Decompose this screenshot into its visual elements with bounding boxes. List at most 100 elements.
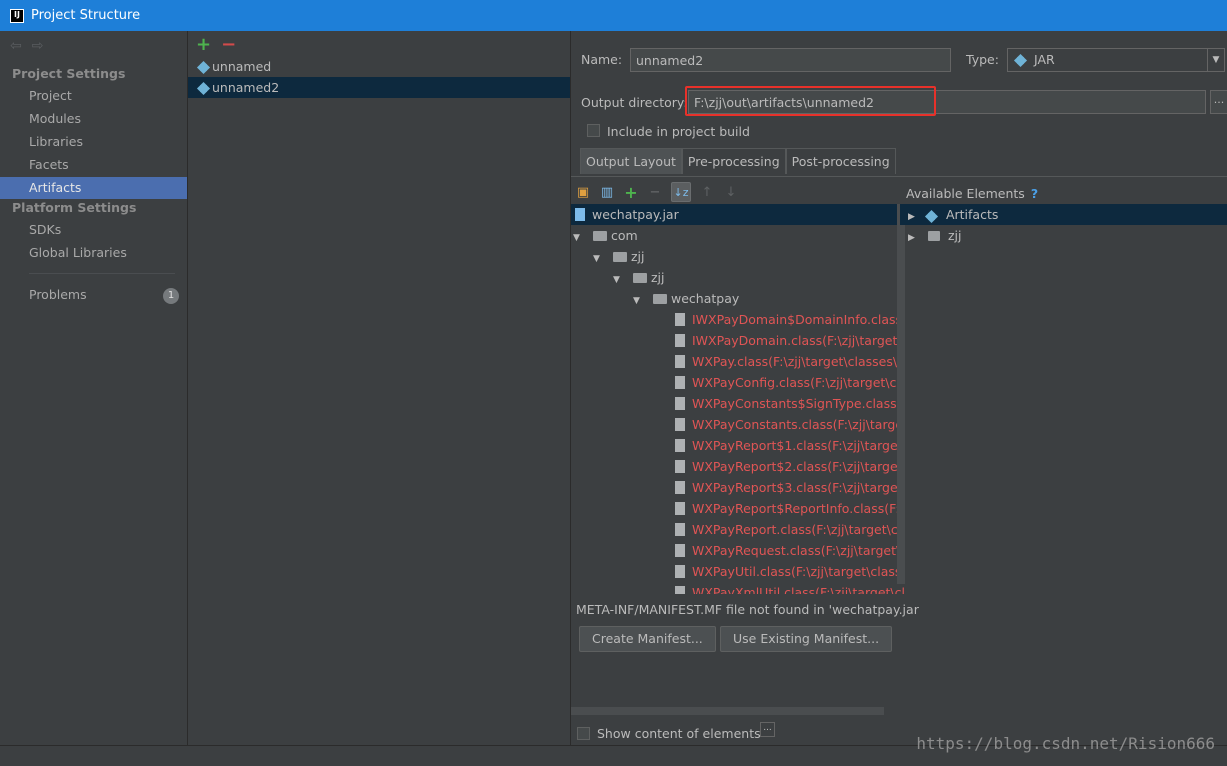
class-file-label: WXPayReport$3.class(F:\zjj\target\cla — [692, 480, 905, 495]
move-down-icon[interactable]: ↓ — [723, 184, 739, 200]
class-file-label: WXPayReport$2.class(F:\zjj\target\cla — [692, 459, 905, 474]
create-manifest-button[interactable]: Create Manifest... — [579, 626, 716, 652]
move-up-icon[interactable]: ↑ — [699, 184, 715, 200]
nav-item-problems[interactable]: Problems 1 — [0, 284, 187, 306]
tab-output-layout[interactable]: Output Layout — [580, 148, 682, 174]
add-copy-icon[interactable]: + — [623, 183, 639, 202]
back-arrow-icon[interactable]: ⇦ — [10, 38, 22, 54]
tree-row-class-file[interactable]: WXPayConstants$SignType.class(F:\zj — [675, 393, 905, 414]
expand-arrow-icon[interactable]: ▼ — [573, 228, 585, 249]
artifact-item-unnamed2[interactable]: unnamed2 — [188, 77, 570, 98]
nav-item-project[interactable]: Project — [0, 85, 187, 107]
layout-horizontal-scrollbar[interactable] — [571, 707, 884, 715]
tree-row-class-file[interactable]: WXPayRequest.class(F:\zjj\target\clas — [675, 540, 905, 561]
nav-item-modules[interactable]: Modules — [0, 108, 187, 130]
artifact-diamond-icon — [196, 81, 211, 96]
name-input[interactable] — [630, 48, 951, 72]
artifact-diamond-icon — [924, 209, 939, 224]
class-file-icon — [675, 418, 685, 431]
expand-arrow-icon[interactable]: ▼ — [593, 249, 605, 270]
artifact-label: unnamed2 — [212, 80, 280, 95]
nav-item-libraries[interactable]: Libraries — [0, 131, 187, 153]
available-item-zjj[interactable]: ▶ zjj — [900, 225, 1227, 246]
tree-row-class-file[interactable]: WXPayConfig.class(F:\zjj\target\class — [675, 372, 905, 393]
tree-row-wechatpay[interactable]: ▼ wechatpay — [633, 288, 739, 309]
include-in-build-checkbox[interactable] — [587, 124, 600, 137]
new-folder-icon[interactable]: ▣ — [575, 184, 591, 200]
class-file-icon — [675, 565, 685, 578]
artifact-label: unnamed — [212, 59, 272, 74]
watermark: https://blog.csdn.net/Rision666 — [916, 734, 1215, 753]
type-value: JAR — [1034, 52, 1055, 67]
browse-button[interactable]: ... — [1210, 90, 1227, 114]
expand-arrow-icon[interactable]: ▼ — [613, 270, 625, 291]
jar-archive-icon — [575, 208, 585, 221]
nav-item-global-libraries[interactable]: Global Libraries — [0, 242, 187, 264]
show-content-checkbox[interactable] — [577, 727, 590, 740]
tree-row-class-file[interactable]: WXPayUtil.class(F:\zjj\target\classes\ — [675, 561, 905, 582]
remove-artifact-icon[interactable]: − — [221, 34, 236, 55]
folder-label: wechatpay — [671, 291, 740, 306]
class-file-icon — [675, 502, 685, 515]
nav-item-sdks[interactable]: SDKs — [0, 219, 187, 241]
nav-item-facets[interactable]: Facets — [0, 154, 187, 176]
module-folder-icon — [927, 231, 940, 241]
tab-pre-processing[interactable]: Pre-processing — [681, 148, 786, 174]
tree-row-zjj-nested[interactable]: ▼ zjj — [613, 267, 665, 288]
class-file-icon — [675, 355, 685, 368]
manifest-warning: META-INF/MANIFEST.MF file not found in '… — [576, 602, 919, 617]
nav-item-artifacts[interactable]: Artifacts — [0, 177, 187, 199]
folder-icon — [613, 252, 627, 262]
class-file-icon — [675, 376, 685, 389]
layout-tabs: Output Layout Pre-processing Post-proces… — [580, 148, 896, 174]
artifact-diamond-icon — [196, 60, 211, 75]
output-directory-highlight — [685, 86, 936, 116]
use-existing-manifest-button[interactable]: Use Existing Manifest... — [720, 626, 893, 652]
sort-elements-icon[interactable]: ↓z — [671, 182, 691, 202]
new-archive-icon[interactable]: ▥ — [599, 184, 615, 200]
nav-arrows: ⇦ ⇨ — [10, 38, 43, 54]
tree-row-class-file[interactable]: WXPayReport$ReportInfo.class(F:\zjj' — [675, 498, 905, 519]
remove-element-icon[interactable]: − — [647, 184, 663, 200]
forward-arrow-icon[interactable]: ⇨ — [32, 38, 44, 54]
tree-row-class-file[interactable]: IWXPayDomain$DomainInfo.class(F:\ — [675, 309, 905, 330]
class-file-icon — [675, 523, 685, 536]
tree-row-com[interactable]: ▼ com — [573, 225, 638, 246]
output-directory-label: Output directory: — [581, 95, 688, 110]
layout-toolbar: ▣ ▥ + − ↓z ↑ ↓ — [575, 182, 739, 202]
intellij-app-icon: IJ — [10, 8, 24, 23]
window-title: Project Structure — [31, 8, 141, 23]
chevron-down-icon: ▼ — [1207, 49, 1224, 71]
tree-row-class-file[interactable]: IWXPayDomain.class(F:\zjj\target\clas — [675, 330, 905, 351]
artifact-list-panel: + − unnamed unnamed2 — [188, 31, 571, 745]
help-icon[interactable]: ? — [1031, 186, 1038, 201]
type-select[interactable]: JAR ▼ — [1007, 48, 1225, 72]
class-file-label: WXPayReport$1.class(F:\zjj\target\cla — [692, 438, 905, 453]
tree-row-class-file[interactable]: WXPayReport.class(F:\zjj\target\class — [675, 519, 905, 540]
include-in-build-label: Include in project build — [607, 124, 750, 139]
output-layout-tree: wechatpay.jar ▼ com ▼ zjj ▼ zjj ▼ wechatpay … — [571, 204, 905, 594]
expand-arrow-icon[interactable]: ▼ — [633, 291, 645, 312]
available-elements-title: Available Elements? — [906, 186, 1038, 201]
expand-arrow-icon[interactable]: ▶ — [908, 228, 920, 249]
show-content-options-button[interactable]: ... — [760, 722, 775, 737]
tree-row-jar[interactable]: wechatpay.jar — [571, 204, 897, 225]
class-file-label: WXPayReport$ReportInfo.class(F:\zjj' — [692, 501, 905, 516]
tree-row-class-file[interactable]: WXPayReport$3.class(F:\zjj\target\cla — [675, 477, 905, 498]
tree-row-zjj[interactable]: ▼ zjj — [593, 246, 645, 267]
add-artifact-icon[interactable]: + — [196, 34, 211, 55]
class-file-label: WXPay.class(F:\zjj\target\classes\con — [692, 354, 905, 369]
tab-post-processing[interactable]: Post-processing — [785, 148, 896, 174]
tree-row-class-file[interactable]: WXPayXmlUtil.class(F:\zjj\target\class — [675, 582, 905, 594]
artifact-item-unnamed[interactable]: unnamed — [188, 56, 570, 77]
tree-row-class-file[interactable]: WXPayReport$2.class(F:\zjj\target\cla — [675, 456, 905, 477]
tree-row-class-file[interactable]: WXPayReport$1.class(F:\zjj\target\cla — [675, 435, 905, 456]
problems-count-badge: 1 — [163, 288, 179, 304]
platform-settings-header: Platform Settings — [12, 200, 137, 215]
tree-row-class-file[interactable]: WXPay.class(F:\zjj\target\classes\con — [675, 351, 905, 372]
folder-icon — [633, 273, 647, 283]
class-file-label: WXPayRequest.class(F:\zjj\target\clas — [692, 543, 905, 558]
available-item-artifacts[interactable]: ▶ Artifacts — [900, 204, 1227, 225]
tree-row-class-file[interactable]: WXPayConstants.class(F:\zjj\target\cl — [675, 414, 905, 435]
class-file-icon — [675, 586, 685, 594]
